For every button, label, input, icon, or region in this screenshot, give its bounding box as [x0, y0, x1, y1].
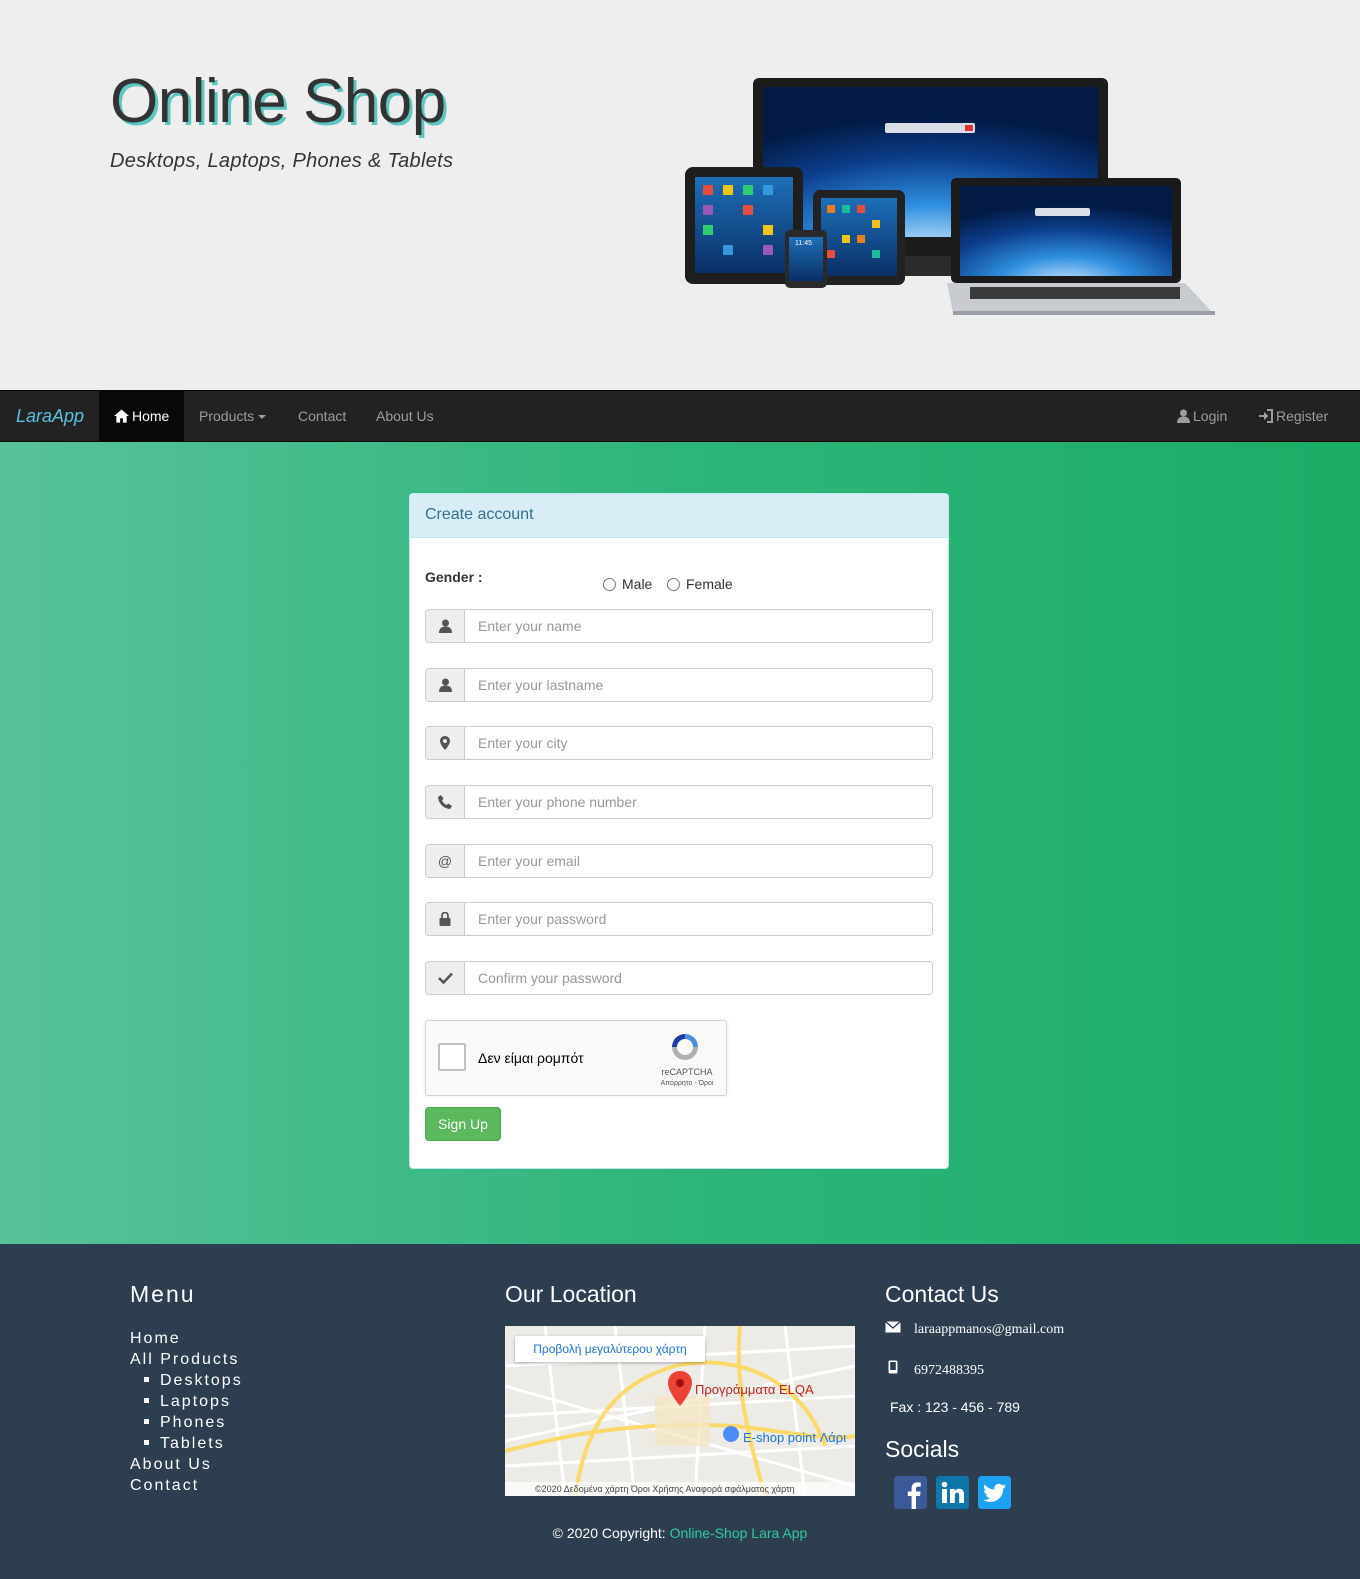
city-input[interactable] — [466, 727, 932, 759]
nav-login-label: Login — [1193, 408, 1228, 424]
footer-products-submenu: Desktops Laptops Phones Tablets — [130, 1370, 243, 1454]
hero-subtitle: Desktops, Laptops, Phones & Tablets — [110, 150, 454, 172]
phone-field-group — [425, 785, 933, 819]
map-shop-label: E-shop point Λάρι — [743, 1430, 847, 1445]
email-input[interactable] — [466, 845, 932, 877]
copyright-text: © 2020 Copyright: — [552, 1525, 670, 1541]
name-input[interactable] — [466, 610, 932, 642]
top-navbar: LaraApp Home Products Contact About Us L… — [0, 390, 1360, 442]
nav-about-label: About Us — [376, 408, 434, 424]
recaptcha-logo-icon — [672, 1034, 698, 1060]
sign-up-button[interactable]: Sign Up — [425, 1107, 501, 1141]
nav-about[interactable]: About Us — [361, 391, 449, 441]
navbar-brand[interactable]: LaraApp — [16, 406, 84, 427]
linkedin-icon[interactable] — [936, 1476, 969, 1509]
confirm-password-field-group — [425, 961, 933, 995]
footer-link-contact[interactable]: Contact — [130, 1475, 243, 1496]
site-footer: Menu Home All Products Desktops Laptops … — [0, 1244, 1360, 1579]
gender-label: Gender : — [425, 569, 483, 585]
footer-link-all-products-label[interactable]: All Products — [130, 1351, 239, 1368]
map-credit: ©2020 Δεδομένα χάρτη Όροι Χρήσης Αναφορά… — [505, 1482, 855, 1496]
contact-phone-value: 6972488395 — [914, 1363, 984, 1378]
map-marker-icon — [426, 727, 465, 759]
home-icon — [114, 409, 129, 423]
copyright: © 2020 Copyright: Online-Shop Lara App — [0, 1525, 1360, 1541]
recaptcha-brand: reCAPTCHA — [661, 1067, 713, 1077]
map-view-larger-button[interactable]: Προβολή μεγαλύτερου χάρτη — [515, 1336, 705, 1362]
footer-link-about[interactable]: About Us — [130, 1454, 243, 1475]
gender-male-radio[interactable]: Male — [603, 576, 652, 592]
lastname-field-group — [425, 668, 933, 702]
facebook-icon[interactable] — [894, 1476, 927, 1509]
name-field-group — [425, 609, 933, 643]
at-icon: @ — [426, 845, 465, 877]
nav-products-label: Products — [199, 408, 255, 424]
nav-register[interactable]: Register — [1243, 391, 1343, 441]
phone-icon — [426, 786, 465, 818]
footer-contact-heading: Contact Us — [885, 1281, 999, 1307]
panel-heading: Create account — [410, 494, 948, 538]
user-icon — [1177, 409, 1190, 423]
twitter-icon[interactable] — [978, 1476, 1011, 1509]
nav-contact-label: Contact — [298, 408, 347, 424]
nav-contact[interactable]: Contact — [283, 391, 361, 441]
register-section: Create account Gender : Male Female @ — [0, 442, 1360, 1244]
email-field-group: @ — [425, 844, 933, 878]
footer-socials-heading: Socials — [885, 1436, 960, 1462]
city-field-group — [425, 726, 933, 760]
confirm-password-input[interactable] — [466, 962, 932, 994]
location-map[interactable]: Προβολή μεγαλύτερου χάρτη Προγράμματα EL… — [505, 1326, 855, 1496]
contact-phone: 6972488395 — [885, 1360, 984, 1379]
footer-link-all-products: All Products Desktops Laptops Phones Tab… — [130, 1349, 243, 1454]
svg-text:11:45: 11:45 — [795, 240, 812, 247]
footer-link-tablets[interactable]: Tablets — [144, 1433, 243, 1454]
lastname-input[interactable] — [466, 669, 932, 701]
phone-input[interactable] — [466, 786, 932, 818]
log-in-icon — [1259, 409, 1273, 423]
nav-login[interactable]: Login — [1162, 391, 1242, 441]
radio-circle-icon — [667, 578, 680, 591]
recaptcha-label: Δεν είμαι ρομπότ — [478, 1050, 584, 1066]
contact-fax: Fax : 123 - 456 - 789 — [890, 1399, 1020, 1415]
gender-female-radio[interactable]: Female — [667, 576, 733, 592]
radio-circle-icon — [603, 578, 616, 591]
nav-home-label: Home — [132, 408, 170, 424]
create-account-panel: Create account Gender : Male Female @ — [409, 493, 949, 1169]
recaptcha-checkbox[interactable] — [438, 1043, 466, 1071]
hero-title: Online Shop — [110, 67, 446, 136]
check-icon — [426, 962, 465, 994]
map-pin-label: Προγράμματα ELQA — [695, 1382, 814, 1397]
copyright-link[interactable]: Online-Shop Lara App — [670, 1525, 808, 1541]
contact-email-value[interactable]: laraappmanos@gmail.com — [914, 1322, 1064, 1337]
footer-link-home[interactable]: Home — [130, 1328, 243, 1349]
footer-menu: Home All Products Desktops Laptops Phone… — [130, 1328, 243, 1496]
gender-male-label: Male — [622, 576, 653, 592]
user-icon — [426, 610, 465, 642]
password-input[interactable] — [466, 903, 932, 935]
envelope-icon — [885, 1320, 907, 1338]
footer-link-phones[interactable]: Phones — [144, 1412, 243, 1433]
nav-register-label: Register — [1276, 408, 1329, 424]
footer-location-heading: Our Location — [505, 1281, 637, 1307]
footer-link-desktops[interactable]: Desktops — [144, 1370, 243, 1391]
devices-illustration: 11:45 — [685, 78, 1215, 315]
footer-link-laptops[interactable]: Laptops — [144, 1391, 243, 1412]
contact-email: laraappmanos@gmail.com — [885, 1320, 1064, 1338]
lock-icon — [426, 903, 465, 935]
nav-products-dropdown[interactable]: Products — [184, 391, 281, 441]
mobile-phone-icon — [885, 1360, 907, 1379]
password-field-group — [425, 902, 933, 936]
footer-menu-heading: Menu — [130, 1281, 196, 1307]
caret-down-icon — [258, 415, 267, 420]
gender-female-label: Female — [686, 576, 733, 592]
hero-banner: Online Shop Desktops, Laptops, Phones & … — [0, 0, 1360, 390]
recaptcha-widget: Δεν είμαι ρομπότ reCAPTCHA Απόρρητο - Όρ… — [425, 1020, 727, 1096]
nav-home[interactable]: Home — [99, 391, 185, 441]
user-icon — [426, 669, 465, 701]
recaptcha-terms-link[interactable]: Απόρρητο - Όροι — [652, 1080, 722, 1087]
